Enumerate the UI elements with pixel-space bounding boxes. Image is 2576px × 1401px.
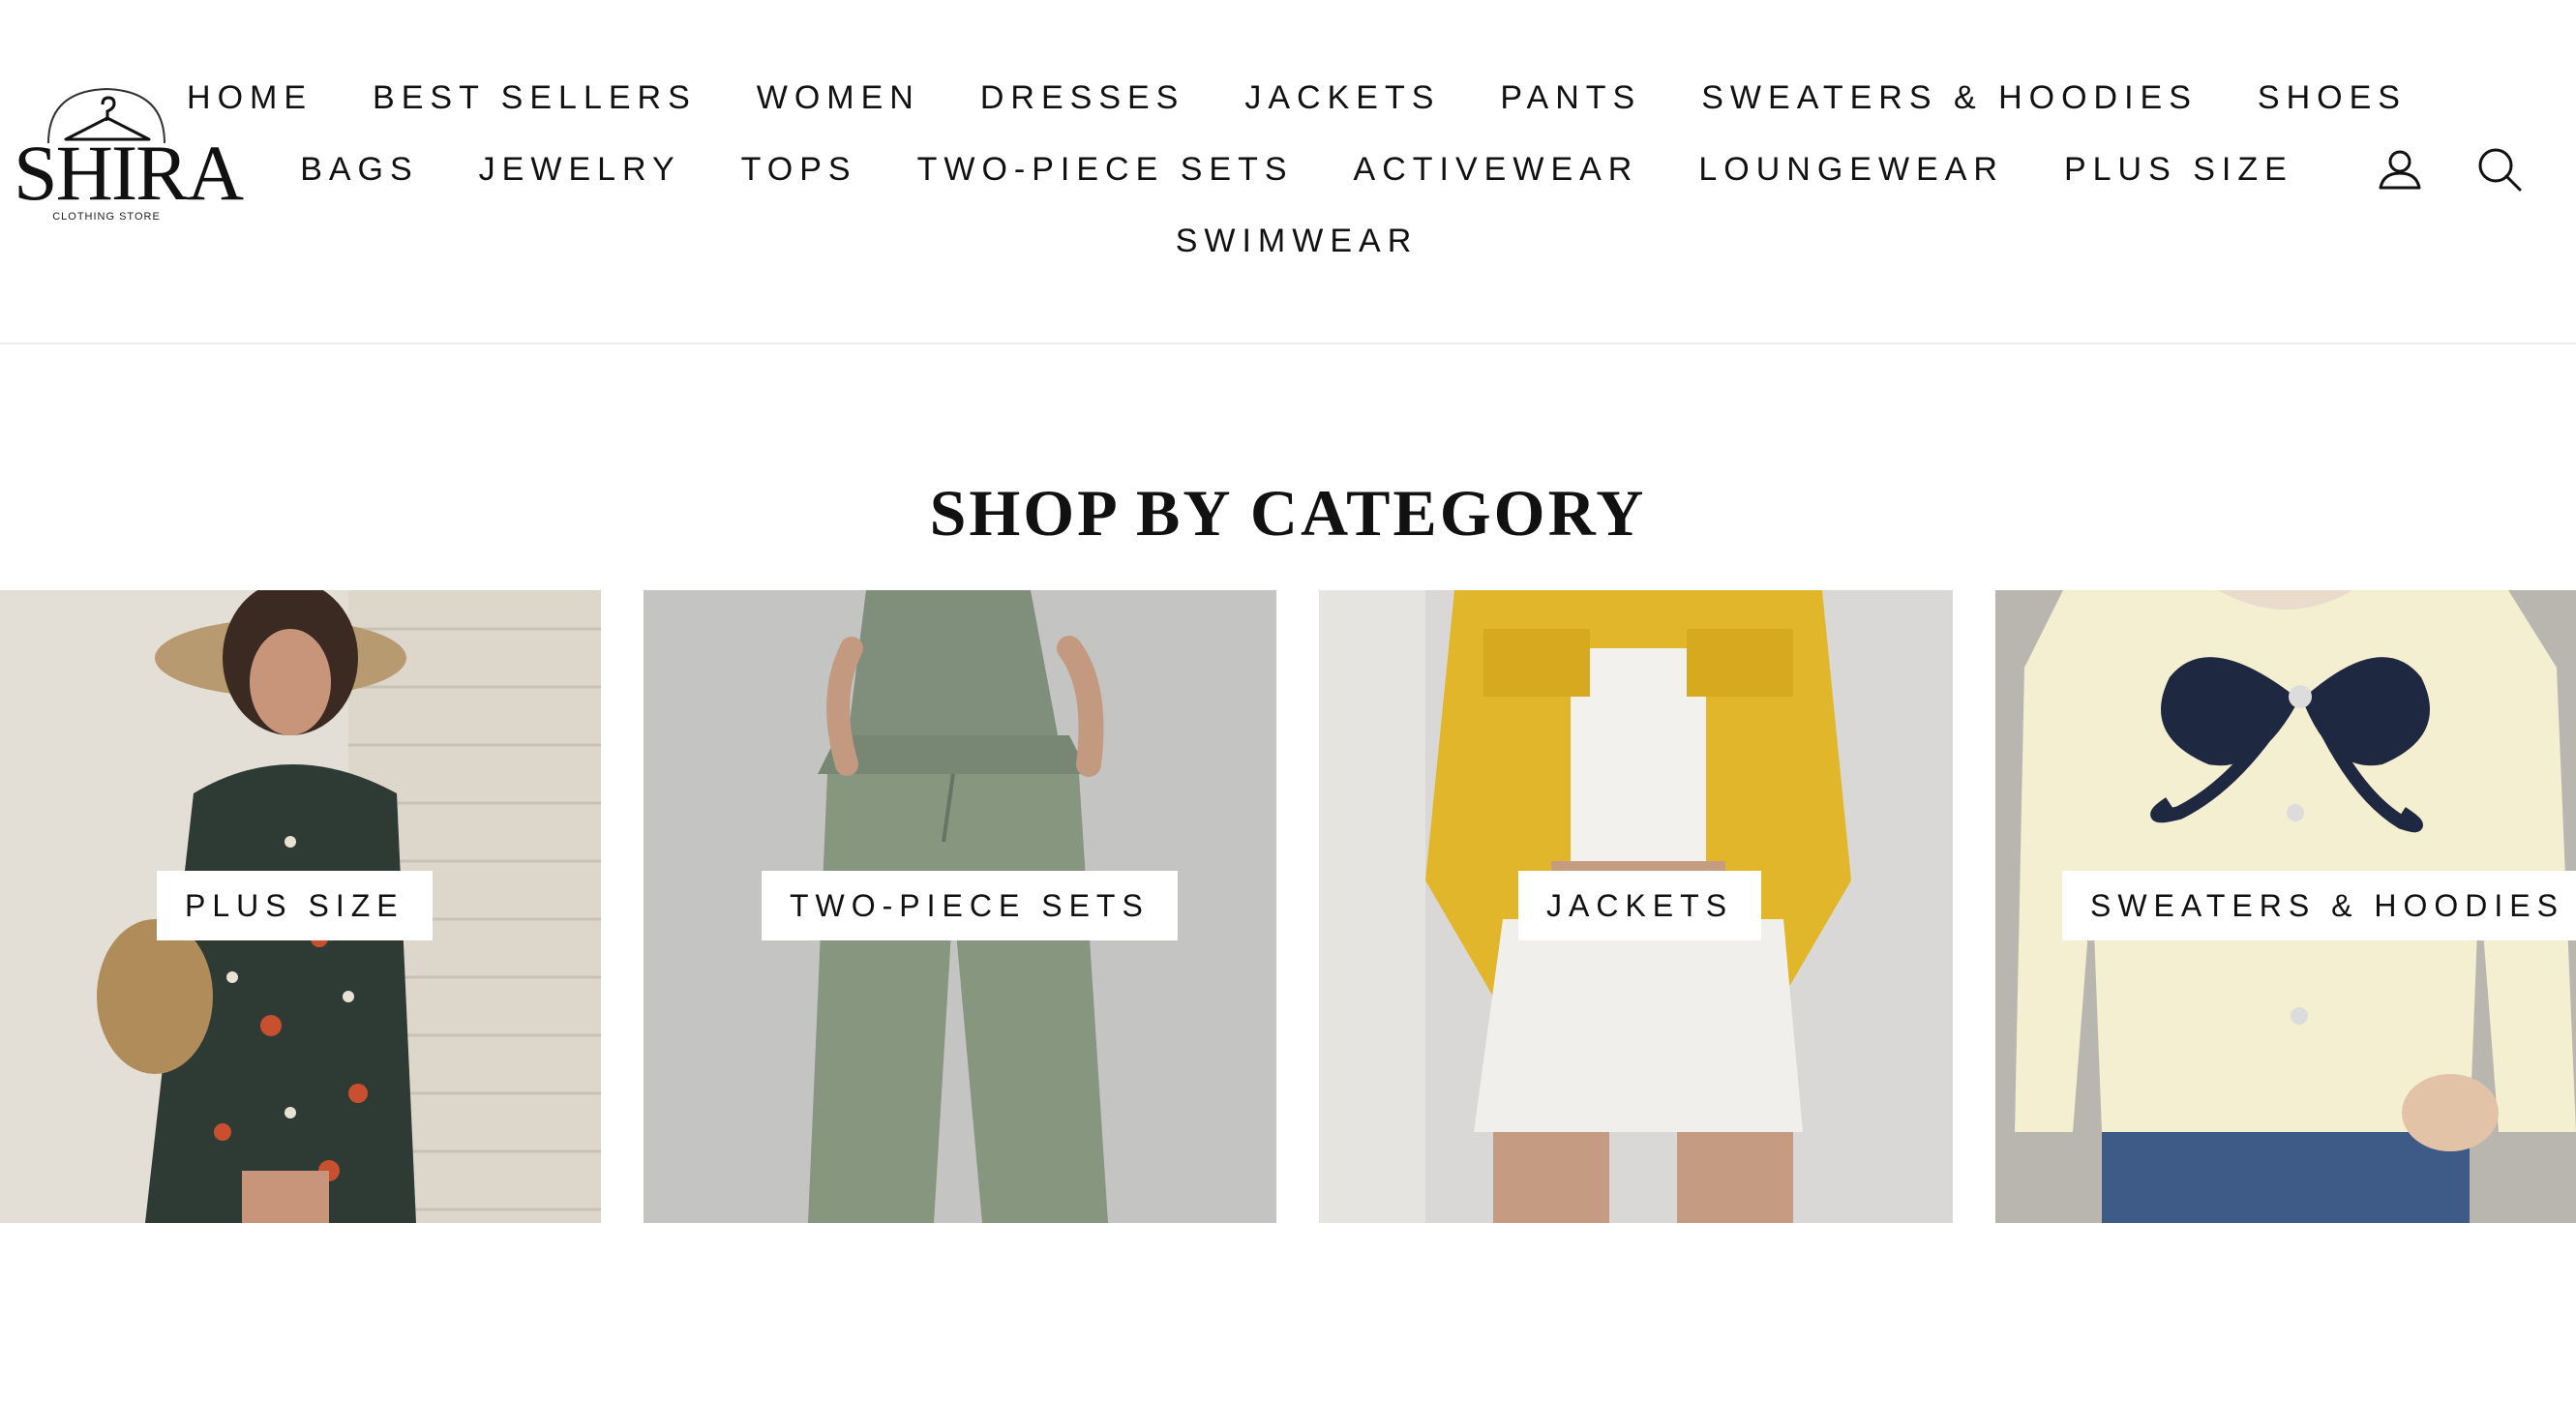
logo-tagline: CLOTHING STORE bbox=[52, 211, 161, 223]
nav-jewelry[interactable]: JEWELRY bbox=[479, 153, 681, 186]
nav-best-sellers[interactable]: BEST SELLERS bbox=[373, 81, 697, 114]
main-nav-row-1: HOME BEST SELLERS WOMEN DRESSES JACKETS … bbox=[187, 81, 2400, 114]
nav-sweaters-hoodies[interactable]: SWEATERS & HOODIES bbox=[1701, 81, 2198, 114]
main-nav-row-2: BAGS JEWELRY TOPS TWO-PIECE SETS ACTIVEW… bbox=[271, 153, 2322, 186]
category-label-sweaters-hoodies: SWEATERS & HOODIES bbox=[2062, 871, 2576, 940]
nav-home[interactable]: HOME bbox=[187, 81, 313, 114]
nav-plus-size[interactable]: PLUS SIZE bbox=[2064, 153, 2293, 186]
logo-wordmark: SHIRA bbox=[14, 129, 244, 217]
nav-activewear[interactable]: ACTIVEWEAR bbox=[1354, 153, 1639, 186]
main-nav-row-3: SWIMWEAR bbox=[271, 224, 2322, 257]
nav-shoes[interactable]: SHOES bbox=[2258, 81, 2407, 114]
nav-swimwear[interactable]: SWIMWEAR bbox=[1176, 224, 1419, 257]
site-header: SHIRA CLOTHING STORE HOME BEST SELLERS W… bbox=[0, 0, 2576, 344]
nav-jackets[interactable]: JACKETS bbox=[1244, 81, 1440, 114]
nav-women[interactable]: WOMEN bbox=[757, 81, 920, 114]
user-icon[interactable] bbox=[2376, 145, 2424, 194]
nav-bags[interactable]: BAGS bbox=[300, 153, 418, 186]
store-logo[interactable]: SHIRA CLOTHING STORE bbox=[10, 83, 244, 228]
nav-loungewear[interactable]: LOUNGEWEAR bbox=[1698, 153, 2004, 186]
section-title: SHOP BY CATEGORY bbox=[929, 476, 1647, 551]
nav-dresses[interactable]: DRESSES bbox=[980, 81, 1185, 114]
category-label-jackets: JACKETS bbox=[1518, 871, 1762, 940]
nav-pants[interactable]: PANTS bbox=[1500, 81, 1641, 114]
nav-tops[interactable]: TOPS bbox=[741, 153, 857, 186]
nav-two-piece-sets[interactable]: TWO-PIECE SETS bbox=[917, 153, 1294, 186]
search-icon[interactable] bbox=[2475, 145, 2524, 194]
category-label-plus-size: PLUS SIZE bbox=[157, 871, 433, 940]
category-label-two-piece-sets: TWO-PIECE SETS bbox=[762, 871, 1178, 940]
